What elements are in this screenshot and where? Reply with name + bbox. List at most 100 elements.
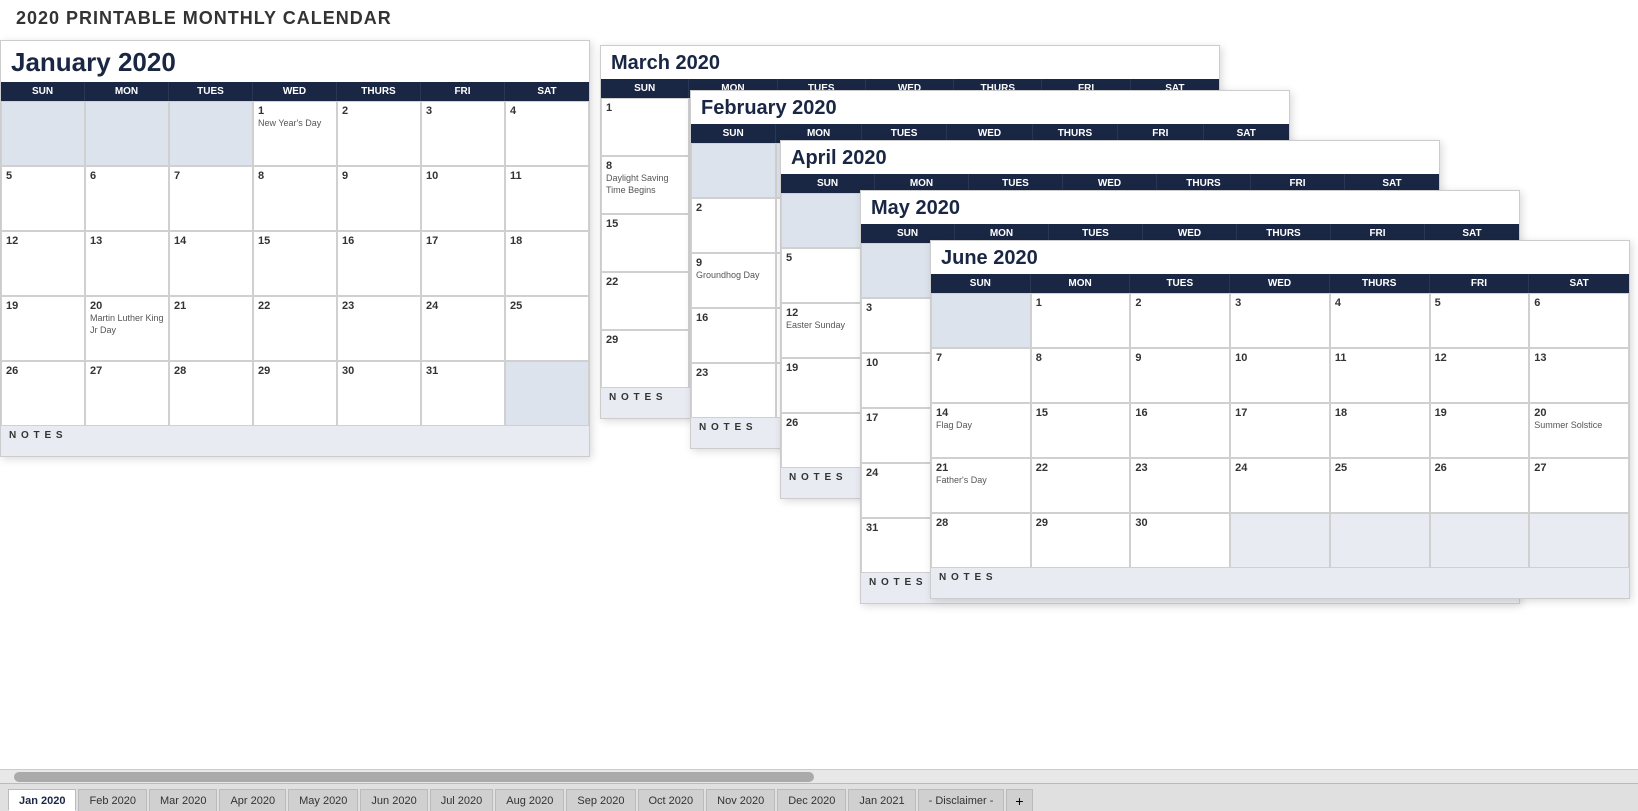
table-row bbox=[1430, 513, 1530, 568]
march-title: March 2020 bbox=[601, 46, 1219, 79]
page-title: 2020 PRINTABLE MONTHLY CALENDAR bbox=[16, 8, 392, 29]
table-row: 3 bbox=[1230, 293, 1330, 348]
january-notes: N O T E S bbox=[1, 426, 589, 456]
table-row: 31 bbox=[421, 361, 505, 426]
table-row: 20Martin Luther King Jr Day bbox=[85, 296, 169, 361]
table-row: 22 bbox=[253, 296, 337, 361]
table-row: 8Daylight Saving Time Begins bbox=[601, 156, 689, 214]
tab-bar: Jan 2020 Feb 2020 Mar 2020 Apr 2020 May … bbox=[0, 783, 1638, 811]
calendar-june: June 2020 SUNMONTUESWEDTHURSFRISAT 1 2 3… bbox=[930, 240, 1630, 599]
tab-jun-2020[interactable]: Jun 2020 bbox=[360, 789, 427, 811]
table-row bbox=[505, 361, 589, 426]
table-row: 18 bbox=[1330, 403, 1430, 458]
table-row bbox=[169, 101, 253, 166]
table-row: 1 bbox=[601, 98, 689, 156]
table-row: 12 bbox=[1430, 348, 1530, 403]
table-row: 18 bbox=[505, 231, 589, 296]
tab-dec-2020[interactable]: Dec 2020 bbox=[777, 789, 846, 811]
table-row: 29 bbox=[1031, 513, 1131, 568]
table-row: 26 bbox=[1430, 458, 1530, 513]
january-header: SUN MON TUES WED THURS FRI SAT bbox=[1, 82, 589, 101]
scroll-thumb[interactable] bbox=[14, 772, 814, 782]
table-row: 5 bbox=[1430, 293, 1530, 348]
table-row: 7 bbox=[931, 348, 1031, 403]
tab-add-button[interactable]: + bbox=[1006, 789, 1032, 811]
table-row bbox=[1330, 513, 1430, 568]
tab-feb-2020[interactable]: Feb 2020 bbox=[78, 789, 146, 811]
tab-may-2020[interactable]: May 2020 bbox=[288, 789, 358, 811]
table-row: 23 bbox=[337, 296, 421, 361]
table-row: 23 bbox=[1130, 458, 1230, 513]
table-row: 21Father's Day bbox=[931, 458, 1031, 513]
june-grid: 1 2 3 4 5 6 7 8 9 10 11 12 13 14Flag Day… bbox=[931, 293, 1629, 568]
table-row: 4 bbox=[1330, 293, 1430, 348]
table-row bbox=[85, 101, 169, 166]
table-row: 23 bbox=[691, 363, 776, 418]
january-grid: 1New Year's Day 2 3 4 5 6 7 8 9 10 11 12… bbox=[1, 101, 589, 426]
table-row: 3 bbox=[421, 101, 505, 166]
table-row bbox=[1230, 513, 1330, 568]
table-row: 15 bbox=[601, 214, 689, 272]
tab-mar-2020[interactable]: Mar 2020 bbox=[149, 789, 217, 811]
table-row: 7 bbox=[169, 166, 253, 231]
january-title: January 2020 bbox=[1, 41, 589, 82]
table-row: 11 bbox=[505, 166, 589, 231]
table-row: 24 bbox=[1230, 458, 1330, 513]
tab-jul-2020[interactable]: Jul 2020 bbox=[430, 789, 494, 811]
february-title: February 2020 bbox=[691, 91, 1289, 124]
tab-oct-2020[interactable]: Oct 2020 bbox=[638, 789, 705, 811]
table-row: 28 bbox=[169, 361, 253, 426]
tab-nov-2020[interactable]: Nov 2020 bbox=[706, 789, 775, 811]
scroll-bar[interactable] bbox=[0, 769, 1638, 783]
table-row: 10 bbox=[421, 166, 505, 231]
table-row: 5 bbox=[1, 166, 85, 231]
table-row: 22 bbox=[1031, 458, 1131, 513]
table-row: 24 bbox=[421, 296, 505, 361]
table-row: 22 bbox=[601, 272, 689, 330]
june-notes: N O T E S bbox=[931, 568, 1629, 598]
table-row: 12 bbox=[1, 231, 85, 296]
table-row: 14 bbox=[169, 231, 253, 296]
table-row: 19 bbox=[1, 296, 85, 361]
table-row: 25 bbox=[505, 296, 589, 361]
table-row: 2 bbox=[691, 198, 776, 253]
table-row: 10 bbox=[1230, 348, 1330, 403]
table-row: 6 bbox=[1529, 293, 1629, 348]
table-row: 9Groundhog Day bbox=[691, 253, 776, 308]
table-row: 27 bbox=[85, 361, 169, 426]
table-row: 17 bbox=[1230, 403, 1330, 458]
tab-jan-2021[interactable]: Jan 2021 bbox=[848, 789, 915, 811]
table-row: 29 bbox=[601, 330, 689, 388]
tab-disclaimer[interactable]: - Disclaimer - bbox=[918, 789, 1005, 811]
table-row: 30 bbox=[1130, 513, 1230, 568]
table-row: 15 bbox=[253, 231, 337, 296]
table-row bbox=[1, 101, 85, 166]
table-row: 9 bbox=[1130, 348, 1230, 403]
table-row: 9 bbox=[337, 166, 421, 231]
table-row bbox=[1529, 513, 1629, 568]
page-wrapper: 2020 PRINTABLE MONTHLY CALENDAR January … bbox=[0, 0, 1638, 811]
tab-jan-2020[interactable]: Jan 2020 bbox=[8, 789, 76, 811]
april-title: April 2020 bbox=[781, 141, 1439, 174]
table-row: 15 bbox=[1031, 403, 1131, 458]
may-title: May 2020 bbox=[861, 191, 1519, 224]
table-row: 16 bbox=[337, 231, 421, 296]
tab-apr-2020[interactable]: Apr 2020 bbox=[219, 789, 286, 811]
june-header: SUNMONTUESWEDTHURSFRISAT bbox=[931, 274, 1629, 293]
table-row: 14Flag Day bbox=[931, 403, 1031, 458]
table-row: 16 bbox=[1130, 403, 1230, 458]
table-row: 2 bbox=[337, 101, 421, 166]
tab-aug-2020[interactable]: Aug 2020 bbox=[495, 789, 564, 811]
calendar-january: January 2020 SUN MON TUES WED THURS FRI … bbox=[0, 40, 590, 457]
table-row: 11 bbox=[1330, 348, 1430, 403]
june-title: June 2020 bbox=[931, 241, 1629, 274]
table-row: 13 bbox=[1529, 348, 1629, 403]
table-row: 27 bbox=[1529, 458, 1629, 513]
table-row: 13 bbox=[85, 231, 169, 296]
table-row: 28 bbox=[931, 513, 1031, 568]
table-row: 2 bbox=[1130, 293, 1230, 348]
tab-sep-2020[interactable]: Sep 2020 bbox=[566, 789, 635, 811]
table-row bbox=[931, 293, 1031, 348]
table-row: 20Summer Solstice bbox=[1529, 403, 1629, 458]
table-row: 25 bbox=[1330, 458, 1430, 513]
